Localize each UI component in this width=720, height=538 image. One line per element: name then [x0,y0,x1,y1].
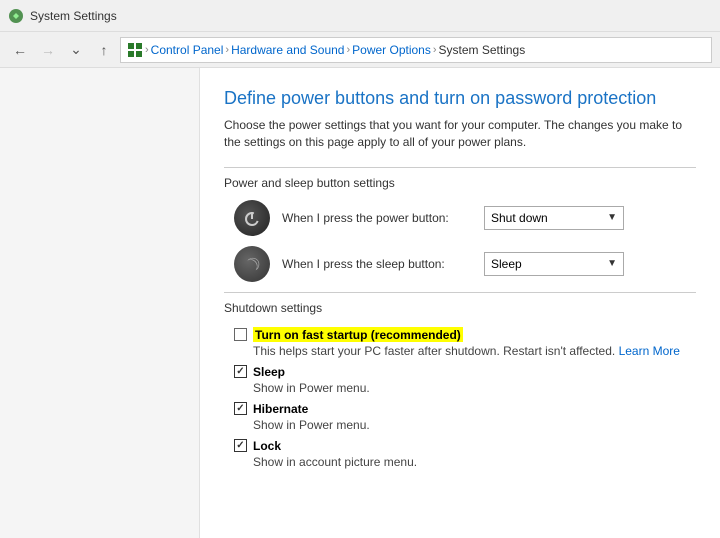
section-divider-2 [224,292,696,293]
sleep-dropdown-arrow-icon: ▼ [607,258,617,269]
breadcrumb: › Control Panel › Hardware and Sound › P… [120,37,712,63]
power-dropdown-arrow-icon: ▼ [607,212,617,223]
lock-text: Lock Show in account picture menu. [253,438,417,469]
sleep-text: Sleep Show in Power menu. [253,364,370,395]
sleep-item-desc: Show in Power menu. [253,381,370,395]
back-button[interactable]: ← [8,38,32,62]
fast-startup-item: Turn on fast startup (recommended) This … [234,327,696,358]
sleep-button-row: ☾ When I press the sleep button: Sleep ▼ [234,246,696,282]
up-button[interactable]: ↑ [92,38,116,62]
fast-startup-title: Turn on fast startup (recommended) [255,328,461,342]
shutdown-section-label: Shutdown settings [224,301,696,315]
power-sleep-section-label: Power and sleep button settings [224,176,696,190]
shutdown-section: Turn on fast startup (recommended) This … [224,327,696,469]
fast-startup-desc: This helps start your PC faster after sh… [253,344,680,358]
sleep-button-dropdown[interactable]: Sleep ▼ [484,252,624,276]
sleep-item-title: Sleep [253,365,285,379]
breadcrumb-power-options[interactable]: Power Options [352,43,431,57]
sleep-button-icon: ☾ [234,246,270,282]
fast-startup-text: Turn on fast startup (recommended) This … [253,327,680,358]
button-settings: When I press the power button: Shut down… [234,200,696,282]
main-content: Define power buttons and turn on passwor… [0,68,720,538]
title-bar-label: System Settings [30,9,117,23]
forward-button[interactable]: → [36,38,60,62]
hibernate-item-desc: Show in Power menu. [253,418,370,432]
breadcrumb-control-panel[interactable]: Control Panel [151,43,224,57]
breadcrumb-system-settings: System Settings [439,43,526,57]
app-icon [8,8,24,24]
sleep-button-value: Sleep [491,257,522,271]
page-title: Define power buttons and turn on passwor… [224,88,696,109]
section-divider-1 [224,167,696,168]
hibernate-checkbox[interactable] [234,402,247,415]
power-symbol-icon [242,208,262,228]
fast-startup-checkbox[interactable] [234,328,247,341]
lock-item-desc: Show in account picture menu. [253,455,417,469]
lock-item: Lock Show in account picture menu. [234,438,696,469]
page-description: Choose the power settings that you want … [224,117,696,151]
sleep-button-label: When I press the sleep button: [282,257,472,271]
lock-item-title: Lock [253,439,281,453]
power-button-icon [234,200,270,236]
hibernate-text: Hibernate Show in Power menu. [253,401,370,432]
sleep-item: Sleep Show in Power menu. [234,364,696,395]
lock-checkbox[interactable] [234,439,247,452]
dropdown-button[interactable]: ⌄ [64,38,88,62]
content-area: Define power buttons and turn on passwor… [200,68,720,538]
breadcrumb-hardware-sound[interactable]: Hardware and Sound [231,43,344,57]
control-panel-icon [127,42,143,58]
sleep-checkbox[interactable] [234,365,247,378]
sidebar [0,68,200,538]
nav-bar: ← → ⌄ ↑ › Control Panel › Hardware and S… [0,32,720,68]
power-button-dropdown[interactable]: Shut down ▼ [484,206,624,230]
title-bar: System Settings [0,0,720,32]
hibernate-item-title: Hibernate [253,402,308,416]
power-button-label: When I press the power button: [282,211,472,225]
learn-more-link[interactable]: Learn More [619,344,680,358]
power-button-value: Shut down [491,211,548,225]
power-button-row: When I press the power button: Shut down… [234,200,696,236]
moon-icon: ☾ [239,250,265,276]
hibernate-item: Hibernate Show in Power menu. [234,401,696,432]
